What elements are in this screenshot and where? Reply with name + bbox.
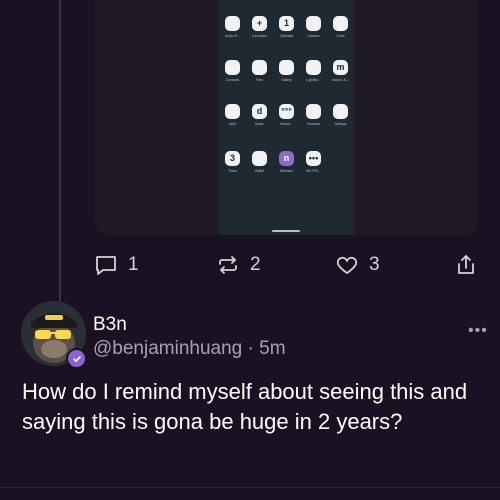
comment-icon — [94, 253, 118, 277]
app-shortcut: °°° Messe... — [273, 104, 300, 126]
checkmark-icon — [72, 355, 81, 362]
app-shortcut: Audio R... — [219, 16, 246, 38]
lightbox-icon — [306, 60, 321, 75]
recorder-icon — [306, 104, 321, 119]
microg-icon: m — [333, 60, 348, 75]
app-label: Webcam — [279, 169, 294, 173]
gallery-icon — [279, 60, 294, 75]
share-button[interactable] — [454, 248, 478, 282]
app-label: LightBo... — [306, 78, 321, 82]
audio-recorder-icon — [225, 16, 240, 31]
app-shortcut: Wallet — [246, 151, 273, 173]
author-meta: @benjaminhuang · 5m — [93, 338, 286, 360]
app-label: microG S... — [332, 78, 349, 82]
app-shortcut: + Calculator — [246, 16, 273, 38]
app-shortcut: d Music — [246, 104, 273, 126]
app-shortcut: 1 Calendar — [273, 16, 300, 38]
clock-icon — [333, 16, 348, 31]
music-icon: d — [252, 104, 267, 119]
messages-icon: °°° — [279, 104, 294, 119]
app-label: Audio R... — [225, 34, 240, 38]
verified-badge — [66, 348, 87, 369]
meta-separator: · — [247, 338, 254, 359]
more-options-icon[interactable]: ••• — [468, 322, 488, 340]
app-shortcut: Contacts — [219, 60, 246, 82]
calculator-icon: + — [252, 16, 267, 31]
username[interactable]: @benjaminhuang — [93, 338, 242, 359]
app-label: Recorder — [306, 122, 321, 126]
app-label: WXTPS... — [306, 169, 321, 173]
app-label: Wallet — [254, 169, 265, 173]
cast-text: How do I remind myself about seeing this… — [22, 379, 468, 434]
app-shortcut: m microG S... — [327, 60, 354, 82]
app-shortcut: Files — [246, 60, 273, 82]
app-label: Files — [255, 78, 264, 82]
feed: Audio R... + Calculator 1 Calendar Camera Cloc… — [0, 0, 500, 500]
reply-count: 1 — [128, 254, 139, 275]
app-row: Audio R... + Calculator 1 Calendar Camera Cloc… — [219, 16, 354, 38]
cast-action-bar: 1 2 3 — [0, 248, 500, 282]
share-icon — [454, 253, 478, 277]
app-row: Contacts Files Gallery LightBo... m microG S.… — [219, 60, 354, 82]
display-name[interactable]: B3n — [93, 314, 127, 336]
reply-button[interactable]: 1 — [94, 248, 139, 282]
settings-icon — [333, 104, 348, 119]
three-icon: 3 — [225, 151, 240, 166]
like-button[interactable]: 3 — [335, 248, 380, 282]
app-shortcut: Recorder — [300, 104, 327, 126]
like-count: 3 — [369, 254, 380, 275]
embedded-image[interactable]: Audio R... + Calculator 1 Calendar Camera Cloc… — [95, 0, 478, 235]
timestamp[interactable]: 5m — [259, 338, 285, 359]
webcam-icon: n — [279, 151, 294, 166]
app-label: Gallery — [281, 78, 292, 82]
wallet-icon — [252, 151, 267, 166]
app-shortcut: Settings — [327, 104, 354, 126]
app-row: MAX d Music °°° Messe... Recorder Settings — [219, 104, 354, 126]
contacts-icon — [225, 60, 240, 75]
app-shortcut: MAX — [219, 104, 246, 126]
app-label: Calendar — [279, 34, 294, 38]
app-label: Camera — [307, 34, 320, 38]
app-label: Settings — [334, 122, 347, 126]
recast-button[interactable]: 2 — [216, 248, 261, 282]
wxtps-icon: ••• — [306, 151, 321, 166]
app-shortcut: Camera — [300, 16, 327, 38]
recast-icon — [216, 253, 240, 277]
heart-icon — [335, 253, 359, 277]
divider — [0, 487, 500, 488]
gesture-bar — [272, 230, 300, 232]
app-shortcut: Clock — [327, 16, 354, 38]
app-label: Clock — [336, 34, 345, 38]
app-shortcut: n Webcam — [273, 151, 300, 173]
recast-count: 2 — [250, 254, 261, 275]
app-label: Music — [255, 122, 264, 126]
camera-icon — [306, 16, 321, 31]
app-shortcut: ••• WXTPS... — [300, 151, 327, 173]
app-shortcut: 3 Three — [219, 151, 246, 173]
phone-screenshot: Audio R... + Calculator 1 Calendar Camera Cloc… — [219, 0, 354, 235]
files-icon — [252, 60, 267, 75]
calendar-icon: 1 — [279, 16, 294, 31]
app-shortcut: Gallery — [273, 60, 300, 82]
app-label: MAX — [228, 122, 237, 126]
app-label: Contacts — [225, 78, 240, 82]
app-label: Three — [228, 169, 237, 173]
app-label: Calculator — [251, 34, 268, 38]
app-row: 3 Three Wallet n Webcam ••• WXTPS... — [219, 151, 354, 173]
app-shortcut: LightBo... — [300, 60, 327, 82]
app-label: Messe... — [280, 122, 293, 126]
max-icon — [225, 104, 240, 119]
